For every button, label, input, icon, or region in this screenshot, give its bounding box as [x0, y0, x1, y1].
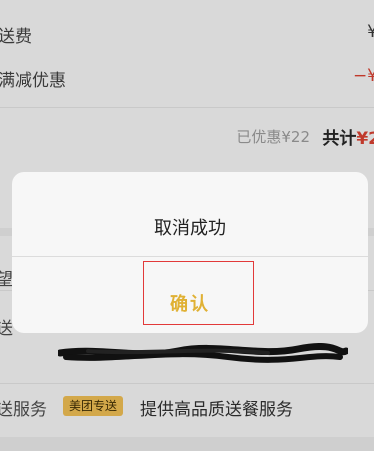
discount-value: −¥ — [352, 66, 374, 86]
order-total: 共计¥2 — [322, 124, 374, 149]
saved-amount: 已优惠¥22 — [236, 128, 310, 146]
dialog-divider — [12, 256, 368, 257]
total-label: 共计 — [322, 129, 357, 149]
total-amount: ¥2 — [356, 129, 374, 149]
discount-label: 满减优惠 — [0, 71, 66, 91]
delivery-fee-label: 送费 — [0, 27, 32, 47]
redaction-scribble — [58, 343, 348, 363]
service-description: 提供高品质送餐服务 — [140, 400, 293, 420]
dialog-message: 取消成功 — [154, 218, 226, 239]
summary-divider — [0, 107, 374, 108]
confirm-highlight-box — [143, 261, 254, 325]
meituan-delivery-badge: 美团专送 — [63, 396, 124, 416]
bottom-gap — [0, 437, 374, 451]
service-label: 送服务 — [0, 400, 47, 420]
delivery-fee-value: ¥ — [367, 22, 374, 42]
service-divider — [0, 383, 374, 384]
